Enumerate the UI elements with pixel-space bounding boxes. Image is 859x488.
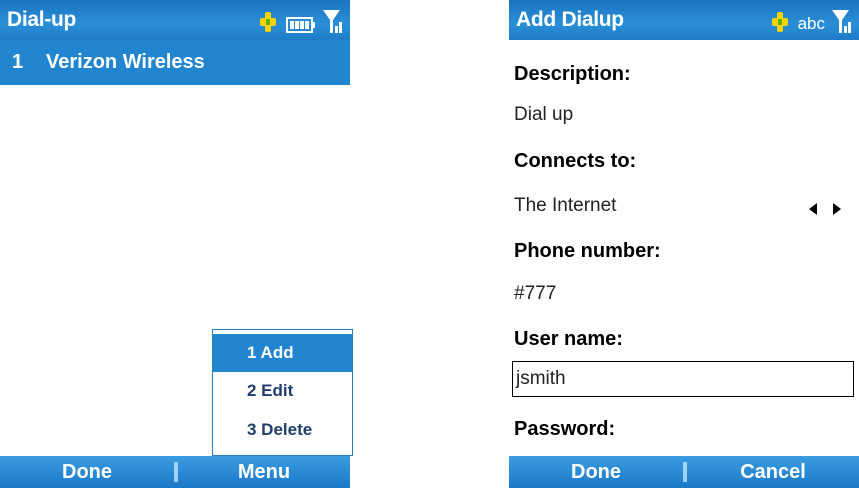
softkey-bar: Done Cancel <box>509 456 859 488</box>
screen-title: Add Dialup <box>516 8 624 31</box>
status-icons: abc <box>768 6 853 34</box>
title-bar: Add Dialup abc <box>509 0 859 40</box>
softkey-bar: Done Menu <box>0 456 350 488</box>
add-dialup-screen: Add Dialup abc Description: Dial up Conn… <box>509 0 859 488</box>
battery-icon <box>286 17 315 33</box>
done-softkey[interactable]: Done <box>509 456 683 488</box>
list-item-label: Verizon Wireless <box>46 51 205 73</box>
done-softkey[interactable]: Done <box>0 456 174 488</box>
connects-to-picker[interactable]: The Internet <box>514 195 616 217</box>
menu-item-add[interactable]: 1 Add <box>213 334 352 372</box>
menu-item-label: 1 Add <box>247 343 294 362</box>
left-right-arrows-icon[interactable] <box>805 199 845 219</box>
menu-item-delete[interactable]: 3 Delete <box>213 411 352 449</box>
menu-item-label: 2 Edit <box>247 381 294 400</box>
signal-icon <box>832 10 851 33</box>
data-connection-icon <box>260 12 276 32</box>
password-label: Password: <box>514 418 616 440</box>
data-connection-icon <box>771 12 788 32</box>
menu-item-label: 3 Delete <box>247 420 313 439</box>
input-mode-indicator: abc <box>797 14 825 33</box>
screen-title: Dial-up <box>7 8 77 31</box>
list-item-number: 1 <box>12 51 24 73</box>
user-name-input[interactable]: jsmith <box>512 361 854 397</box>
menu-item-edit[interactable]: 2 Edit <box>213 372 352 410</box>
status-icons <box>256 6 344 34</box>
user-name-label: User name: <box>514 328 623 350</box>
menu-softkey[interactable]: Menu <box>178 456 350 488</box>
phone-number-label: Phone number: <box>514 240 661 262</box>
context-menu: 1 Add 2 Edit 3 Delete <box>212 329 353 456</box>
title-bar: Dial-up <box>0 0 350 40</box>
description-label: Description: <box>514 63 631 85</box>
cancel-softkey[interactable]: Cancel <box>687 456 859 488</box>
list-item[interactable]: 1 Verizon Wireless <box>0 40 350 85</box>
signal-icon <box>323 10 342 33</box>
phone-number-field[interactable]: #777 <box>514 283 556 305</box>
description-field[interactable]: Dial up <box>514 104 573 126</box>
dialup-screen: Dial-up 1 Verizon Wireless 1 Add 2 Edit … <box>0 0 353 488</box>
connects-to-label: Connects to: <box>514 150 637 172</box>
